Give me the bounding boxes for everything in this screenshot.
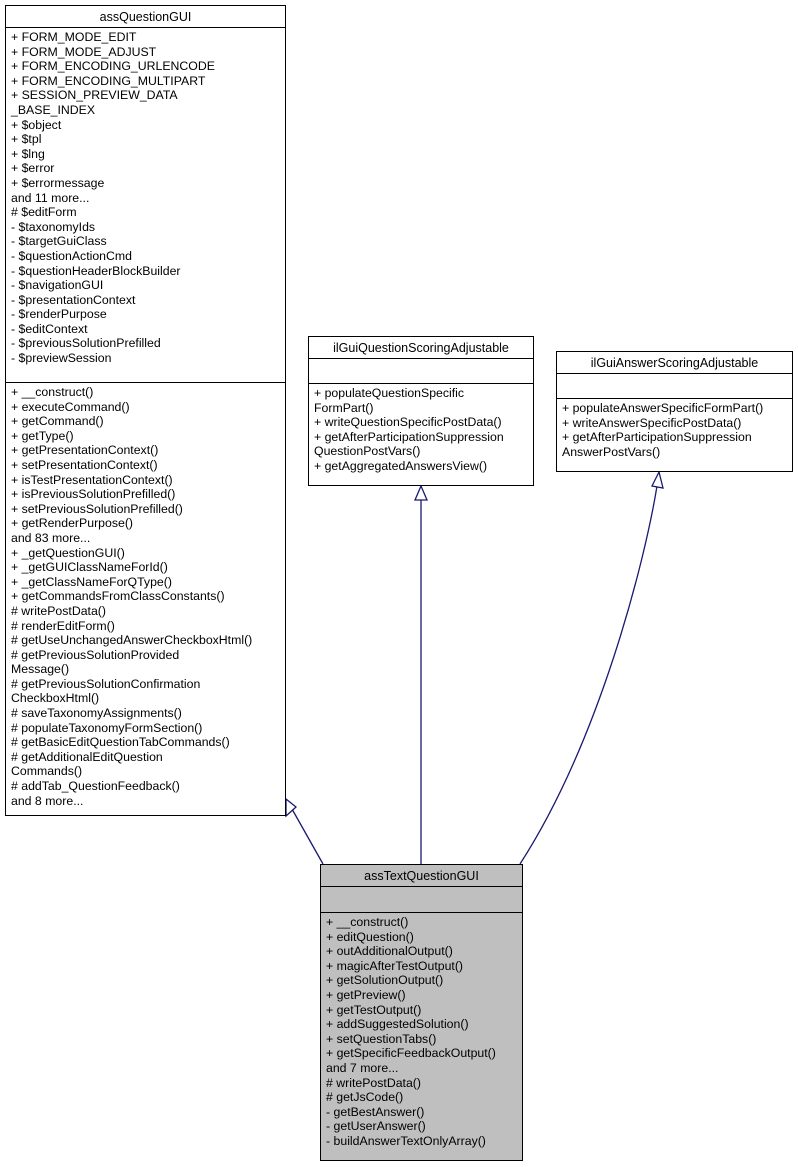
member-line[interactable]: - buildAnswerTextOnlyArray() [326,1134,522,1149]
member-line[interactable]: and 8 more... [11,794,285,809]
member-line[interactable]: + getCommandsFromClassConstants() [11,589,285,604]
member-line[interactable]: # getAdditionalEditQuestion [11,750,285,765]
member-line[interactable]: - $taxonomyIds [11,220,285,235]
member-line[interactable]: - $previousSolutionPrefilled [11,336,285,351]
edge-to-assQuestionGUI [291,808,324,865]
attributes-section [557,374,792,399]
member-line[interactable]: + FORM_MODE_ADJUST [11,45,285,60]
member-line[interactable]: + writeAnswerSpecificPostData() [562,416,792,431]
attributes-section: + FORM_MODE_EDIT + FORM_MODE_ADJUST + FORM… [6,28,285,383]
member-line[interactable]: + getRenderPurpose() [11,516,285,531]
class-name: assTextQuestionGUI [321,865,522,887]
member-line[interactable]: - $targetGuiClass [11,234,285,249]
member-line[interactable]: - $questionActionCmd [11,249,285,264]
class-assQuestionGUI[interactable]: assQuestionGUI + FORM_MODE_EDIT + FORM_MO… [5,5,286,816]
member-line[interactable]: + isTestPresentationContext() [11,473,285,488]
class-name: ilGuiAnswerScoringAdjustable [557,352,792,374]
member-line[interactable]: + magicAfterTestOutput() [326,959,522,974]
member-line[interactable]: - $previewSession [11,351,285,366]
arrowhead-ilGuiAnswerScoringAdjustable [651,470,664,489]
member-line[interactable]: # getPreviousSolutionProvided [11,648,285,663]
member-line[interactable]: + getCommand() [11,414,285,429]
member-line[interactable]: + getSolutionOutput() [326,973,522,988]
member-line[interactable]: + SESSION_PREVIEW_DATA [11,88,285,103]
member-line[interactable]: QuestionPostVars() [314,444,533,459]
class-name: ilGuiQuestionScoringAdjustable [309,337,533,359]
member-line[interactable]: + _getQuestionGUI() [11,546,285,561]
edge-to-ilGuiAnswerScoringAdjustable [519,485,658,865]
member-line[interactable]: AnswerPostVars() [562,445,792,460]
attributes-section [321,887,522,913]
member-line[interactable]: # writePostData() [326,1076,522,1091]
member-line[interactable]: # $editForm [11,205,285,220]
member-line[interactable]: + $tpl [11,132,285,147]
member-line[interactable]: # getBasicEditQuestionTabCommands() [11,735,285,750]
class-ilGuiAnswerScoringAdjustable[interactable]: ilGuiAnswerScoringAdjustable + populateA… [556,351,793,472]
member-line[interactable]: - $presentationContext [11,293,285,308]
class-assTextQuestionGUI[interactable]: assTextQuestionGUI + __construct() + edit… [320,864,523,1161]
member-line[interactable]: + getAfterParticipationSuppression [562,430,792,445]
methods-section: + __construct() + executeCommand() + getCo… [6,383,285,810]
member-line[interactable]: - $renderPurpose [11,307,285,322]
member-line[interactable]: # getUseUnchangedAnswerCheckboxHtml() [11,633,285,648]
member-line[interactable]: + getTestOutput() [326,1003,522,1018]
member-line[interactable]: # populateTaxonomyFormSection() [11,721,285,736]
member-line[interactable]: + editQuestion() [326,930,522,945]
member-line[interactable]: + getPresentationContext() [11,443,285,458]
member-line[interactable]: + writeQuestionSpecificPostData() [314,415,533,430]
member-line[interactable]: + populateQuestionSpecific [314,386,533,401]
member-line[interactable]: and 7 more... [326,1061,522,1076]
member-line[interactable]: + populateAnswerSpecificFormPart() [562,401,792,416]
member-line[interactable]: # writePostData() [11,604,285,619]
arrowhead-ilGuiQuestionScoringAdjustable [414,484,428,501]
member-line[interactable]: # saveTaxonomyAssignments() [11,706,285,721]
member-line[interactable]: + isPreviousSolutionPrefilled() [11,487,285,502]
member-line[interactable]: # getPreviousSolutionConfirmation [11,677,285,692]
member-line[interactable]: + executeCommand() [11,400,285,415]
member-line[interactable]: + getType() [11,429,285,444]
member-line[interactable]: + $error [11,161,285,176]
methods-section: + __construct() + editQuestion() + outAddi… [321,913,522,1151]
member-line[interactable]: + _getGUIClassNameForId() [11,560,285,575]
member-line[interactable]: + _getClassNameForQType() [11,575,285,590]
member-line[interactable]: FormPart() [314,401,533,416]
member-line[interactable]: + addSuggestedSolution() [326,1017,522,1032]
member-line[interactable]: + setQuestionTabs() [326,1032,522,1047]
class-name: assQuestionGUI [6,6,285,28]
member-line[interactable]: Message() [11,662,285,677]
member-line[interactable]: + __construct() [11,385,285,400]
member-line[interactable]: Commands() [11,764,285,779]
member-line[interactable]: + FORM_ENCODING_URLENCODE [11,59,285,74]
member-line[interactable]: + setPreviousSolutionPrefilled() [11,502,285,517]
member-line[interactable]: and 83 more... [11,531,285,546]
member-line[interactable]: + FORM_MODE_EDIT [11,30,285,45]
member-line[interactable]: _BASE_INDEX [11,103,285,118]
member-line[interactable]: + $lng [11,147,285,162]
member-line[interactable]: + outAdditionalOutput() [326,944,522,959]
member-line[interactable]: - $navigationGUI [11,278,285,293]
member-line[interactable]: + getSpecificFeedbackOutput() [326,1046,522,1061]
member-line[interactable]: + $errormessage [11,176,285,191]
member-line[interactable]: + __construct() [326,915,522,930]
member-line[interactable]: and 11 more... [11,191,285,206]
attributes-section [309,359,533,384]
methods-section: + populateQuestionSpecific FormPart() + wr… [309,384,533,476]
member-line[interactable]: - $editContext [11,322,285,337]
member-line[interactable]: # renderEditForm() [11,619,285,634]
member-line[interactable]: - $questionHeaderBlockBuilder [11,264,285,279]
class-ilGuiQuestionScoringAdjustable[interactable]: ilGuiQuestionScoringAdjustable + populat… [308,336,534,486]
member-line[interactable]: - getBestAnswer() [326,1105,522,1120]
member-line[interactable]: # getJsCode() [326,1090,522,1105]
member-line[interactable]: # addTab_QuestionFeedback() [11,779,285,794]
member-line[interactable]: + getAggregatedAnswersView() [314,459,533,474]
member-line[interactable]: + getAfterParticipationSuppression [314,430,533,445]
member-line[interactable]: CheckboxHtml() [11,691,285,706]
member-line[interactable]: - getUserAnswer() [326,1119,522,1134]
methods-section: + populateAnswerSpecificFormPart() + writ… [557,399,792,461]
member-line[interactable]: + getPreview() [326,988,522,1003]
member-line[interactable]: + FORM_ENCODING_MULTIPART [11,74,285,89]
member-line[interactable]: + $object [11,118,285,133]
member-line[interactable]: + setPresentationContext() [11,458,285,473]
